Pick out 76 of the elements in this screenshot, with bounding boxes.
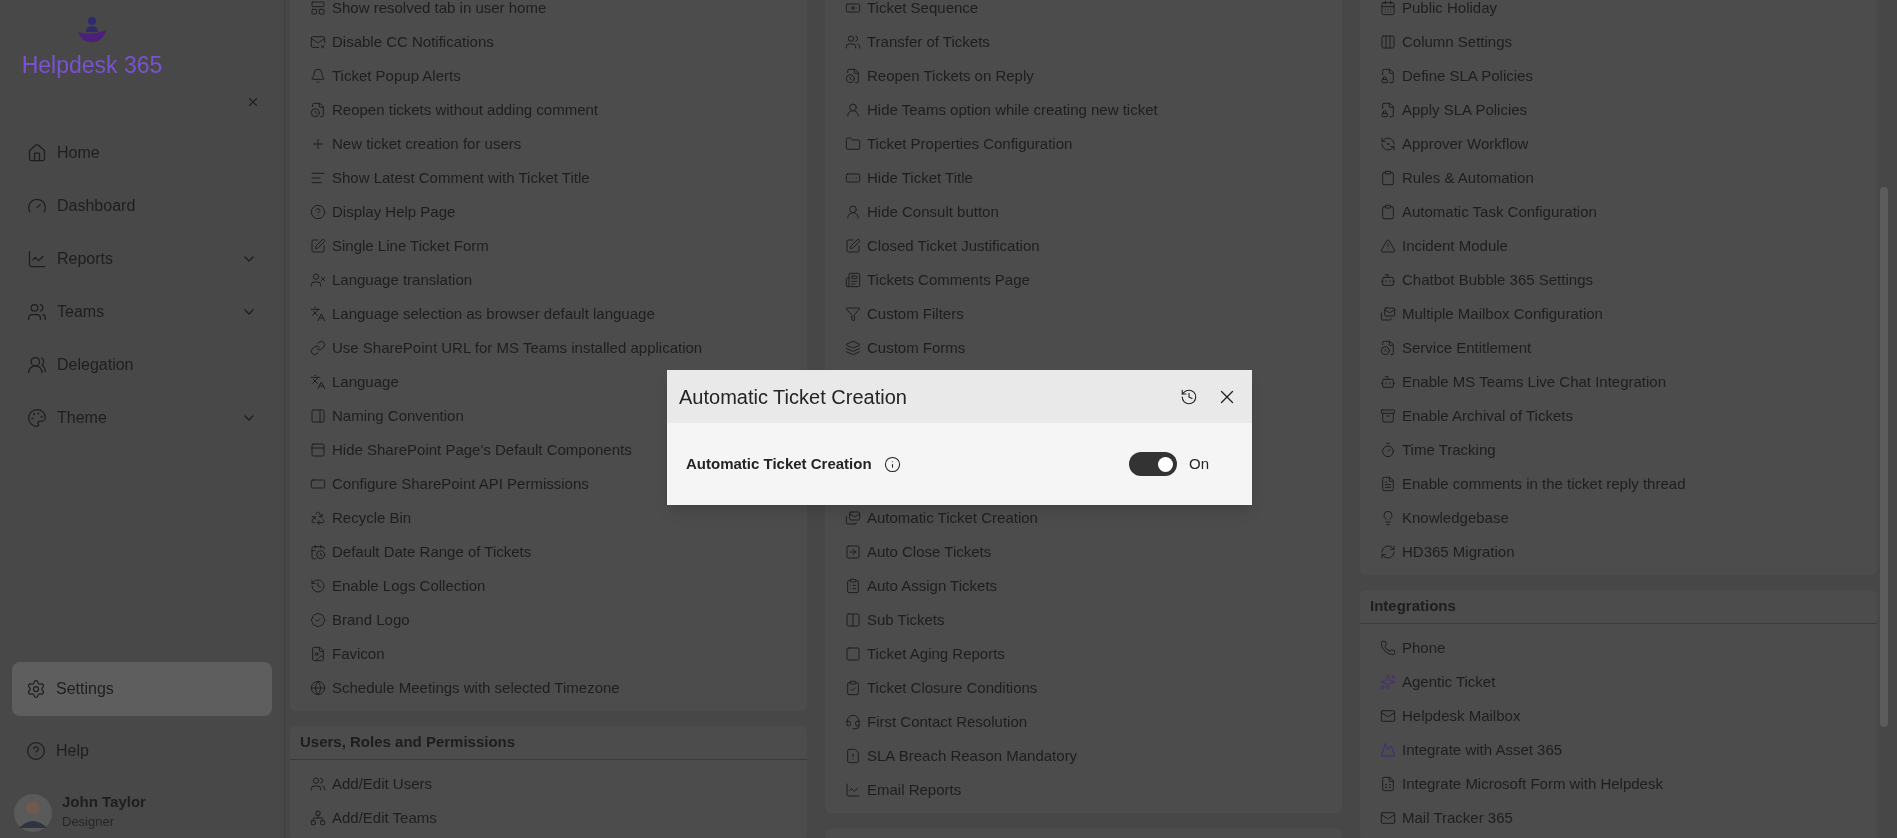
- panel-icon: [310, 408, 326, 424]
- sync-icon: [1380, 544, 1396, 560]
- document-icon: [1380, 68, 1396, 84]
- nav-item[interactable]: Settings: [12, 662, 272, 716]
- recycle-icon: [310, 510, 326, 526]
- columns-icon: [845, 612, 861, 628]
- globe-icon: [310, 680, 326, 696]
- plus-icon: [310, 136, 326, 152]
- setting-label: Automatic Ticket Creation: [686, 453, 872, 474]
- layers-icon: [845, 340, 861, 356]
- dialog-title: Automatic Ticket Creation: [679, 384, 908, 410]
- person-icon: [845, 102, 861, 118]
- palette-icon: [27, 408, 47, 428]
- calendar-icon: [1380, 0, 1396, 16]
- toggle-switch[interactable]: [1129, 452, 1177, 476]
- bot-icon: [1380, 272, 1396, 288]
- person-icon: [310, 272, 326, 288]
- chart-icon: [845, 782, 861, 798]
- folder-icon: [845, 136, 861, 152]
- language-icon: [310, 374, 326, 390]
- sparkle-icon: [1380, 674, 1396, 690]
- mail-icon: [845, 510, 861, 526]
- history-icon: [310, 578, 326, 594]
- avatar: [14, 794, 52, 832]
- document-icon: [1380, 102, 1396, 118]
- lines-icon: [310, 170, 326, 186]
- archive-icon: [1380, 408, 1396, 424]
- timer-icon: [1380, 442, 1396, 458]
- language-icon: [310, 306, 326, 322]
- home-icon: [27, 143, 47, 163]
- document-icon: [845, 68, 861, 84]
- mail-icon: [1380, 810, 1396, 826]
- bot-icon: [1380, 374, 1396, 390]
- form-icon: [310, 238, 326, 254]
- calendar-icon: [310, 544, 326, 560]
- document-icon: [1380, 340, 1396, 356]
- bulb-icon: [1380, 510, 1396, 526]
- square-icon: [845, 646, 861, 662]
- people-icon: [27, 355, 47, 375]
- badge-icon: [310, 612, 326, 628]
- mountain-icon: [1380, 742, 1396, 758]
- tab-icon: [310, 0, 326, 16]
- page-icon: [845, 272, 861, 288]
- warning-icon: [1380, 238, 1396, 254]
- document-icon: [845, 748, 861, 764]
- clipboard-icon: [1380, 204, 1396, 220]
- phone-icon: [1380, 640, 1396, 656]
- info-icon[interactable]: [883, 455, 901, 473]
- help-icon: [26, 741, 46, 761]
- file-icon: [310, 646, 326, 662]
- rectangle-icon: [310, 476, 326, 492]
- history-icon[interactable]: [1180, 387, 1198, 406]
- columns-icon: [1380, 34, 1396, 50]
- users-icon: [310, 776, 326, 792]
- person-icon: [845, 204, 861, 220]
- clipboard-icon: [1380, 170, 1396, 186]
- settings-icon: [26, 679, 46, 699]
- link-icon: [310, 340, 326, 356]
- document-icon: [1380, 476, 1396, 492]
- document-icon: [310, 102, 326, 118]
- mail-icon: [1380, 306, 1396, 322]
- help-icon: [310, 204, 326, 220]
- page-icon: [310, 442, 326, 458]
- filter-icon: [845, 306, 861, 322]
- bell-icon: [310, 68, 326, 84]
- users-icon: [845, 34, 861, 50]
- mail-icon: [310, 34, 326, 50]
- clipboard-icon: [845, 680, 861, 696]
- edit-icon: [845, 238, 861, 254]
- headset-icon: [845, 714, 861, 730]
- mail-icon: [1380, 708, 1396, 724]
- toggle-state: On: [1189, 453, 1209, 474]
- form-icon: [1380, 776, 1396, 792]
- clipboard-icon: [845, 578, 861, 594]
- chart-icon: [27, 249, 47, 269]
- logo-text: Helpdesk 365: [21, 51, 163, 80]
